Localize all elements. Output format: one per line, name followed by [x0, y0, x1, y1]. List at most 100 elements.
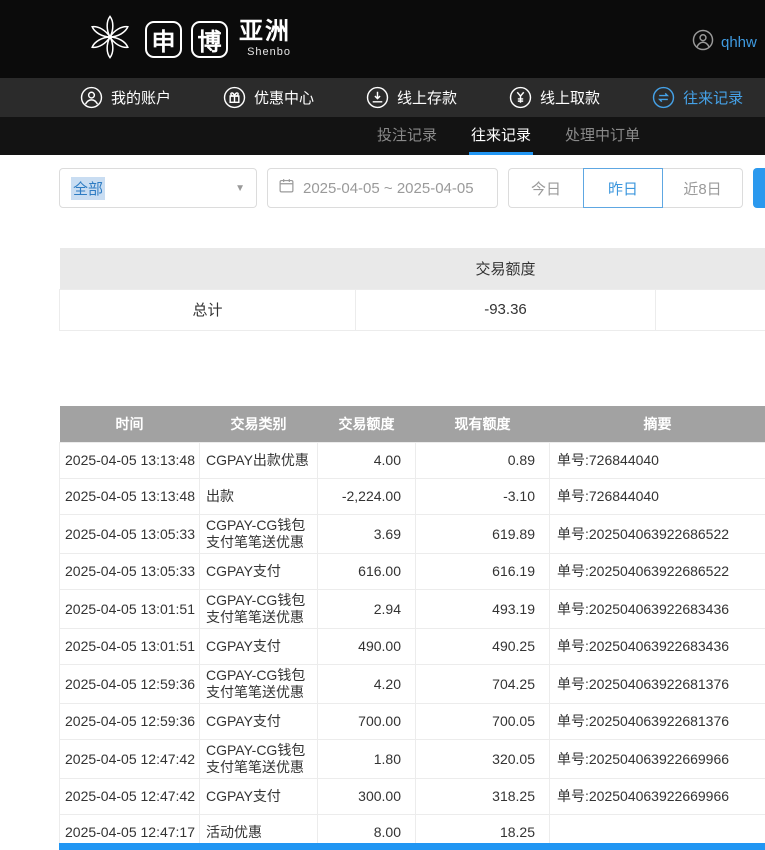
logo-region-text: 亚洲 [239, 18, 291, 45]
table-row: 2025-04-05 13:13:48 出款 -2,224.00 -3.10 单… [59, 478, 765, 515]
date-range-value: 2025-04-05 ~ 2025-04-05 [303, 179, 474, 197]
user-area[interactable]: qhhw [692, 29, 757, 56]
summary-header-row: 交易额度 [59, 248, 765, 289]
summary-total-value: -93.36 [355, 288, 656, 331]
records-circle-icon [652, 86, 675, 109]
nav-item-promotions[interactable]: 优惠中心 [223, 86, 314, 109]
cell-time: 2025-04-05 12:47:42 [59, 778, 200, 815]
cell-summary: 单号:202504063922669966 [549, 778, 765, 815]
cell-balance: 704.25 [415, 664, 550, 704]
user-circle-icon [80, 86, 103, 109]
summary-header-spacer [655, 248, 765, 289]
table-row: 2025-04-05 13:01:51 CGPAY支付 490.00 490.2… [59, 628, 765, 665]
cell-balance: 700.05 [415, 703, 550, 740]
nav-item-records[interactable]: 往来记录 [652, 86, 743, 109]
cell-summary: 单号:726844040 [549, 478, 765, 515]
withdraw-circle-icon [509, 86, 532, 109]
cell-type: CGPAY支付 [199, 628, 318, 665]
logo-char-shen: 申 [145, 20, 182, 58]
cell-time: 2025-04-05 13:05:33 [59, 553, 200, 590]
transaction-type-dropdown[interactable]: 全部 ▼ [59, 168, 257, 208]
page: 申 博 亚洲 Shenbo qhhw 我的账户 优惠中心 线上存款 线上取款 往… [0, 0, 765, 850]
column-header-type: 交易类别 [199, 405, 318, 443]
last-8-days-button[interactable]: 近8日 [663, 168, 743, 208]
cell-amount: 300.00 [317, 778, 416, 815]
cell-type: CGPAY-CG钱包支付笔笔送优惠 [199, 514, 318, 554]
cell-amount: 490.00 [317, 628, 416, 665]
table-row: 2025-04-05 12:59:36 CGPAY-CG钱包支付笔笔送优惠 4.… [59, 664, 765, 704]
cell-balance: 0.89 [415, 442, 550, 479]
top-header: 申 博 亚洲 Shenbo qhhw [0, 0, 765, 78]
flower-logo-icon [84, 11, 136, 68]
cell-amount: 4.20 [317, 664, 416, 704]
cell-balance: 619.89 [415, 514, 550, 554]
cell-time: 2025-04-05 13:13:48 [59, 478, 200, 515]
gift-circle-icon [223, 86, 246, 109]
column-header-summary: 摘要 [549, 405, 765, 443]
cell-amount: 700.00 [317, 703, 416, 740]
logo-char-bo: 博 [191, 20, 228, 58]
nav-item-label: 优惠中心 [254, 90, 315, 107]
yesterday-button[interactable]: 昨日 [583, 168, 663, 208]
records-header-row: 时间 交易类别 交易额度 现有额度 摘要 [59, 405, 765, 443]
cell-balance: -3.10 [415, 478, 550, 515]
search-button[interactable] [753, 168, 765, 208]
table-row: 2025-04-05 13:05:33 CGPAY支付 616.00 616.1… [59, 553, 765, 590]
cell-type: CGPAY-CG钱包支付笔笔送优惠 [199, 589, 318, 629]
cell-balance: 320.05 [415, 739, 550, 779]
cell-type: CGPAY支付 [199, 703, 318, 740]
deposit-circle-icon [366, 86, 389, 109]
table-row: 2025-04-05 12:47:42 CGPAY支付 300.00 318.2… [59, 778, 765, 815]
cell-time: 2025-04-05 13:01:51 [59, 589, 200, 629]
cell-summary: 单号:202504063922681376 [549, 664, 765, 704]
cell-type: CGPAY-CG钱包支付笔笔送优惠 [199, 664, 318, 704]
calendar-icon [278, 177, 295, 199]
cell-type: CGPAY支付 [199, 778, 318, 815]
summary-header-spacer [59, 248, 356, 289]
today-button[interactable]: 今日 [508, 168, 583, 208]
brand-logo: 申 博 亚洲 Shenbo [84, 11, 291, 68]
sub-nav: 投注记录 往来记录 处理中订单 [0, 117, 765, 155]
cell-summary: 单号:202504063922686522 [549, 553, 765, 590]
nav-item-label: 线上存款 [397, 90, 458, 107]
records-tbody: 2025-04-05 13:13:48 CGPAY出款优惠 4.00 0.89 … [59, 442, 765, 850]
cell-summary: 单号:202504063922683436 [549, 628, 765, 665]
nav-item-deposit[interactable]: 线上存款 [366, 86, 457, 109]
table-row: 2025-04-05 12:47:42 CGPAY-CG钱包支付笔笔送优惠 1.… [59, 739, 765, 779]
cell-amount: 2.94 [317, 589, 416, 629]
records-table: 时间 交易类别 交易额度 现有额度 摘要 2025-04-05 13:13:48… [59, 405, 765, 850]
tab-betting-records[interactable]: 投注记录 [375, 117, 439, 155]
cell-time: 2025-04-05 12:47:42 [59, 739, 200, 779]
nav-item-my-account[interactable]: 我的账户 [80, 86, 171, 109]
cell-time: 2025-04-05 13:01:51 [59, 628, 200, 665]
nav-item-label: 往来记录 [683, 90, 744, 107]
cell-time: 2025-04-05 12:59:36 [59, 703, 200, 740]
cell-balance: 318.25 [415, 778, 550, 815]
table-row: 2025-04-05 13:05:33 CGPAY-CG钱包支付笔笔送优惠 3.… [59, 514, 765, 554]
cell-amount: 616.00 [317, 553, 416, 590]
main-nav: 我的账户 优惠中心 线上存款 线上取款 往来记录 [0, 78, 765, 117]
cell-summary: 单号:202504063922683436 [549, 589, 765, 629]
filter-bar: 全部 ▼ 2025-04-05 ~ 2025-04-05 今日 昨日 近8日 [59, 168, 765, 208]
tab-processing-orders[interactable]: 处理中订单 [563, 117, 642, 155]
cell-amount: 4.00 [317, 442, 416, 479]
cell-amount: 1.80 [317, 739, 416, 779]
summary-table: 交易额度 总计 -93.36 [59, 248, 765, 331]
username-text[interactable]: qhhw [721, 34, 757, 51]
cell-balance: 493.19 [415, 589, 550, 629]
summary-total-label: 总计 [59, 288, 356, 331]
date-range-input[interactable]: 2025-04-05 ~ 2025-04-05 [267, 168, 498, 208]
summary-total-row: 总计 -93.36 [59, 288, 765, 331]
cell-type: CGPAY支付 [199, 553, 318, 590]
cell-summary: 单号:202504063922686522 [549, 514, 765, 554]
summary-empty-cell [655, 288, 765, 331]
logo-region-block: 亚洲 Shenbo [239, 20, 291, 58]
column-header-time: 时间 [59, 405, 200, 443]
column-header-amount: 交易额度 [317, 405, 416, 443]
cell-type: CGPAY-CG钱包支付笔笔送优惠 [199, 739, 318, 779]
nav-item-withdraw[interactable]: 线上取款 [509, 86, 600, 109]
nav-item-label: 线上取款 [540, 90, 601, 107]
tab-transaction-records[interactable]: 往来记录 [469, 117, 534, 155]
cell-summary: 单号:202504063922681376 [549, 703, 765, 740]
cell-summary: 单号:726844040 [549, 442, 765, 479]
